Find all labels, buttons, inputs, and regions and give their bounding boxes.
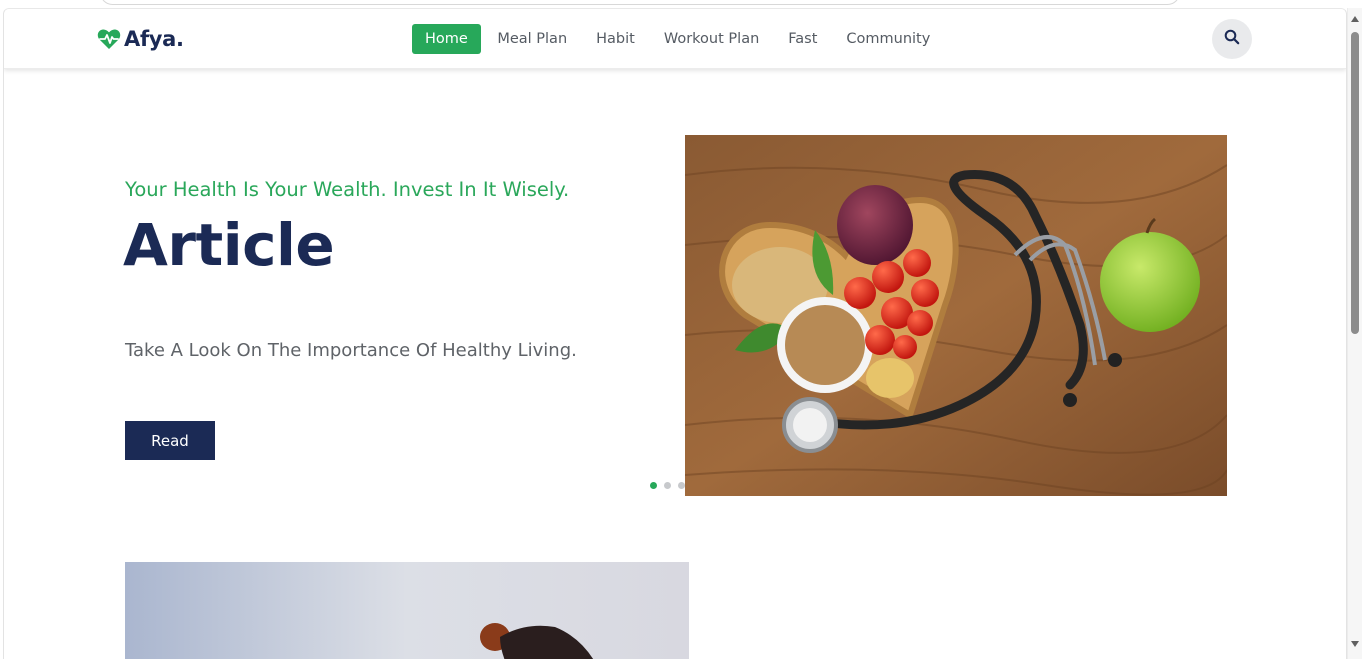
site-header: Afya. Home Meal Plan Habit Workout Plan … [4, 9, 1346, 69]
nav-item-habit[interactable]: Habit [582, 24, 650, 54]
main-nav: Home Meal Plan Habit Workout Plan Fast C… [412, 24, 945, 54]
read-button[interactable]: Read [125, 421, 215, 460]
search-button[interactable] [1212, 19, 1252, 59]
vertical-scrollbar[interactable] [1347, 8, 1362, 659]
heartbeat-icon [97, 28, 121, 50]
hero-title: Article [123, 211, 335, 279]
search-icon [1224, 29, 1240, 49]
hero-description: Take A Look On The Importance Of Healthy… [125, 340, 577, 361]
hero-tagline: Your Health Is Your Wealth. Invest In It… [125, 178, 570, 201]
site-logo[interactable]: Afya. [97, 25, 184, 53]
scroll-thumb[interactable] [1351, 32, 1359, 334]
carousel-indicators [650, 482, 692, 489]
address-bar-remnant [100, 0, 1180, 5]
hero-image [685, 135, 1227, 496]
carousel-dot-1[interactable] [650, 482, 657, 489]
scroll-up-icon[interactable] [1351, 16, 1359, 22]
brand-name: Afya. [124, 27, 184, 51]
nav-item-home[interactable]: Home [412, 24, 481, 54]
nav-item-workout-plan[interactable]: Workout Plan [649, 24, 773, 54]
nav-item-community[interactable]: Community [832, 24, 945, 54]
nav-item-meal-plan[interactable]: Meal Plan [483, 24, 582, 54]
nav-item-fast[interactable]: Fast [774, 24, 832, 54]
page: Afya. Home Meal Plan Habit Workout Plan … [3, 8, 1347, 659]
scroll-down-icon[interactable] [1351, 641, 1359, 647]
carousel-dot-2[interactable] [664, 482, 671, 489]
carousel-dot-3[interactable] [678, 482, 685, 489]
browser-viewport: Afya. Home Meal Plan Habit Workout Plan … [0, 0, 1366, 663]
article-image [125, 562, 689, 659]
